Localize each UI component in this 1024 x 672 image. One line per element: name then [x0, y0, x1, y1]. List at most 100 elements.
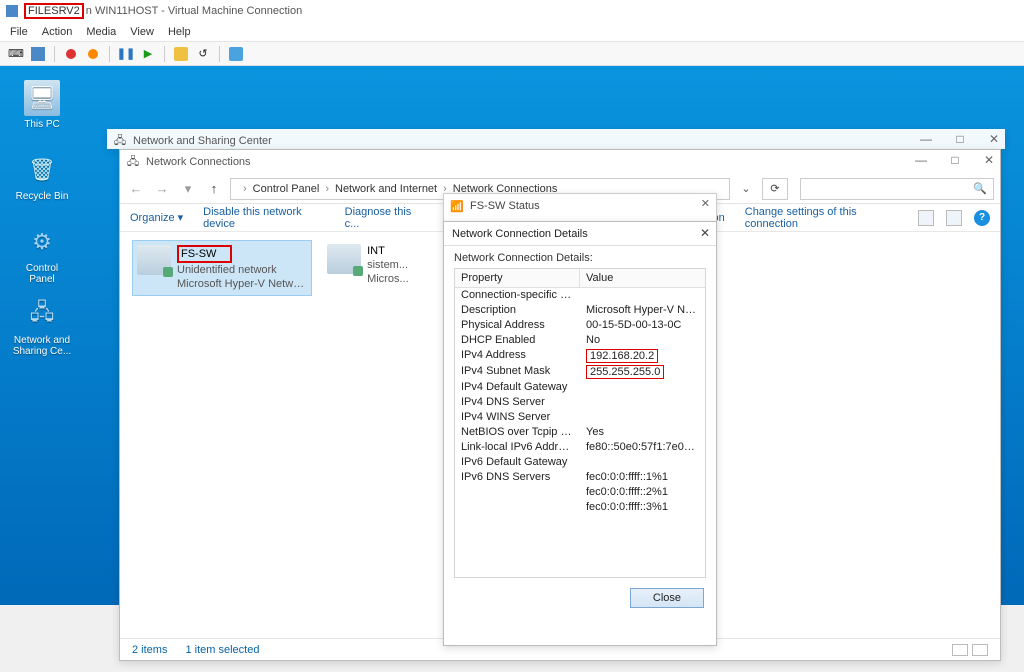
table-row[interactable]: IPv4 Subnet Mask255.255.255.0	[455, 364, 705, 380]
icon-label: Recycle Bin	[12, 191, 72, 202]
table-row[interactable]: fec0:0:0:ffff::2%1	[455, 485, 705, 500]
value-cell: 00-15-5D-00-13-0C	[580, 318, 705, 333]
start-button[interactable]: ▶	[140, 46, 156, 62]
breadcrumb-item[interactable]: Control Panel	[253, 183, 320, 195]
table-row[interactable]: Physical Address00-15-5D-00-13-0C	[455, 318, 705, 333]
network-sharing-icon: 🖧	[24, 296, 60, 332]
chevron-right-icon: ›	[243, 183, 247, 195]
property-cell: Link-local IPv6 Address	[455, 440, 580, 455]
search-input[interactable]: 🔍	[800, 178, 994, 200]
shutdown-button[interactable]	[85, 46, 101, 62]
change-settings-button[interactable]: Change settings of this connection	[745, 206, 898, 230]
table-row[interactable]: DescriptionMicrosoft Hyper-V Network Ada…	[455, 303, 705, 318]
property-cell: Connection-specific DNS S...	[455, 288, 580, 303]
minimize-button[interactable]: —	[914, 153, 928, 167]
vm-connection-window: FILESRV2 n WIN11HOST - Virtual Machine C…	[0, 0, 1024, 605]
table-header: Property Value	[455, 269, 705, 288]
checkpoint-button[interactable]	[173, 46, 189, 62]
help-button[interactable]: ?	[974, 210, 990, 226]
adapter-fs-sw[interactable]: FS-SW Unidentified network Microsoft Hyp…	[132, 240, 312, 296]
property-cell: IPv4 Subnet Mask	[455, 364, 580, 380]
value-cell	[580, 410, 705, 425]
preview-pane-button[interactable]	[946, 210, 962, 226]
desktop-icon-network-sharing[interactable]: 🖧 Network and Sharing Ce...	[12, 296, 72, 357]
window-icon: 🖧	[113, 134, 127, 148]
desktop-icon-recycle-bin[interactable]: 🗑 Recycle Bin	[12, 152, 72, 202]
close-dialog-button[interactable]: Close	[630, 588, 704, 608]
menu-view[interactable]: View	[130, 26, 154, 38]
desktop-icon-this-pc[interactable]: 🖥 This PC	[12, 80, 72, 130]
vm-name-highlight: FILESRV2	[24, 3, 84, 19]
table-row[interactable]: DHCP EnabledNo	[455, 333, 705, 348]
diagnose-button[interactable]: Diagnose this c...	[345, 206, 422, 230]
close-button[interactable]: ✕	[987, 132, 1001, 146]
details-view-button[interactable]	[952, 644, 968, 656]
menu-media[interactable]: Media	[86, 26, 116, 38]
maximize-button[interactable]: □	[953, 132, 967, 146]
disable-device-button[interactable]: Disable this network device	[203, 206, 324, 230]
back-button[interactable]: ←	[126, 181, 146, 196]
close-button[interactable]: ✕	[701, 197, 710, 210]
breadcrumb-item[interactable]: Network and Internet	[335, 183, 437, 195]
property-cell: DHCP Enabled	[455, 333, 580, 348]
table-row[interactable]: IPv4 DNS Server	[455, 395, 705, 410]
network-sharing-center-window[interactable]: 🖧 Network and Sharing Center — □ ✕	[107, 129, 1005, 149]
search-icon: 🔍	[973, 182, 987, 195]
chevron-down-icon: ▾	[178, 211, 184, 224]
separator	[219, 46, 220, 62]
property-cell: NetBIOS over Tcpip Enabl...	[455, 425, 580, 440]
adapter-driver: Microsoft Hyper-V Network Adap...	[177, 277, 307, 291]
pause-button[interactable]: ❚❚	[118, 46, 134, 62]
maximize-button[interactable]: □	[948, 153, 962, 167]
col-property[interactable]: Property	[455, 269, 580, 287]
view-options-button[interactable]	[918, 210, 934, 226]
turn-off-button[interactable]	[63, 46, 79, 62]
details-table: Property Value Connection-specific DNS S…	[454, 268, 706, 578]
organize-menu[interactable]: Organize▾	[130, 211, 183, 224]
menu-file[interactable]: File	[10, 26, 28, 38]
value-cell: No	[580, 333, 705, 348]
ctrl-alt-del-button[interactable]: ⌨	[8, 46, 24, 62]
vm-desktop: 🖥 This PC 🗑 Recycle Bin ⚙ Control Panel …	[0, 66, 1024, 605]
recent-button[interactable]: ▾	[178, 181, 198, 197]
property-cell: IPv4 DNS Server	[455, 395, 580, 410]
refresh-button[interactable]: ⟳	[762, 178, 788, 200]
value-cell: fec0:0:0:ffff::1%1	[580, 470, 705, 485]
up-button[interactable]: ↑	[204, 181, 224, 196]
minimize-button[interactable]: —	[919, 132, 933, 146]
breadcrumb-dropdown[interactable]: ⌄	[736, 182, 756, 195]
table-row[interactable]: IPv6 DNS Serversfec0:0:0:ffff::1%1	[455, 470, 705, 485]
value-cell	[580, 380, 705, 395]
property-cell: Physical Address	[455, 318, 580, 333]
vm-title-rest: n WIN11HOST - Virtual Machine Connection	[86, 5, 302, 17]
col-value[interactable]: Value	[580, 269, 705, 287]
network-icon: 📶	[450, 199, 464, 213]
table-row[interactable]: Connection-specific DNS S...	[455, 288, 705, 303]
save-button[interactable]	[30, 46, 46, 62]
forward-button[interactable]: →	[152, 181, 172, 196]
table-row[interactable]: fec0:0:0:ffff::3%1	[455, 500, 705, 515]
vm-titlebar: FILESRV2 n WIN11HOST - Virtual Machine C…	[0, 0, 1024, 22]
adapter-name-highlight: FS-SW	[177, 245, 232, 263]
item-count: 2 items	[132, 644, 167, 656]
table-row[interactable]: IPv4 Default Gateway	[455, 380, 705, 395]
menu-action[interactable]: Action	[42, 26, 73, 38]
menu-help[interactable]: Help	[168, 26, 191, 38]
vm-menubar: File Action Media View Help	[0, 22, 1024, 42]
close-button[interactable]: ✕	[700, 226, 710, 240]
revert-button[interactable]: ↺	[195, 46, 211, 62]
desktop-icon-control-panel[interactable]: ⚙ Control Panel	[12, 224, 72, 285]
vm-icon	[6, 5, 18, 17]
adapter-status-window: 📶 FS-SW Status ✕	[443, 193, 717, 223]
value-cell: fec0:0:0:ffff::3%1	[580, 500, 705, 515]
icons-view-button[interactable]	[972, 644, 988, 656]
adapter-name: INT	[367, 244, 409, 258]
table-row[interactable]: IPv4 WINS Server	[455, 410, 705, 425]
network-adapter-icon	[327, 244, 361, 274]
close-button[interactable]: ✕	[982, 153, 996, 167]
table-row[interactable]: NetBIOS over Tcpip Enabl...Yes	[455, 425, 705, 440]
table-row[interactable]: IPv6 Default Gateway	[455, 455, 705, 470]
table-row[interactable]: Link-local IPv6 Addressfe80::50e0:57f1:7…	[455, 440, 705, 455]
enhanced-session-button[interactable]	[228, 46, 244, 62]
table-row[interactable]: IPv4 Address192.168.20.2	[455, 348, 705, 364]
